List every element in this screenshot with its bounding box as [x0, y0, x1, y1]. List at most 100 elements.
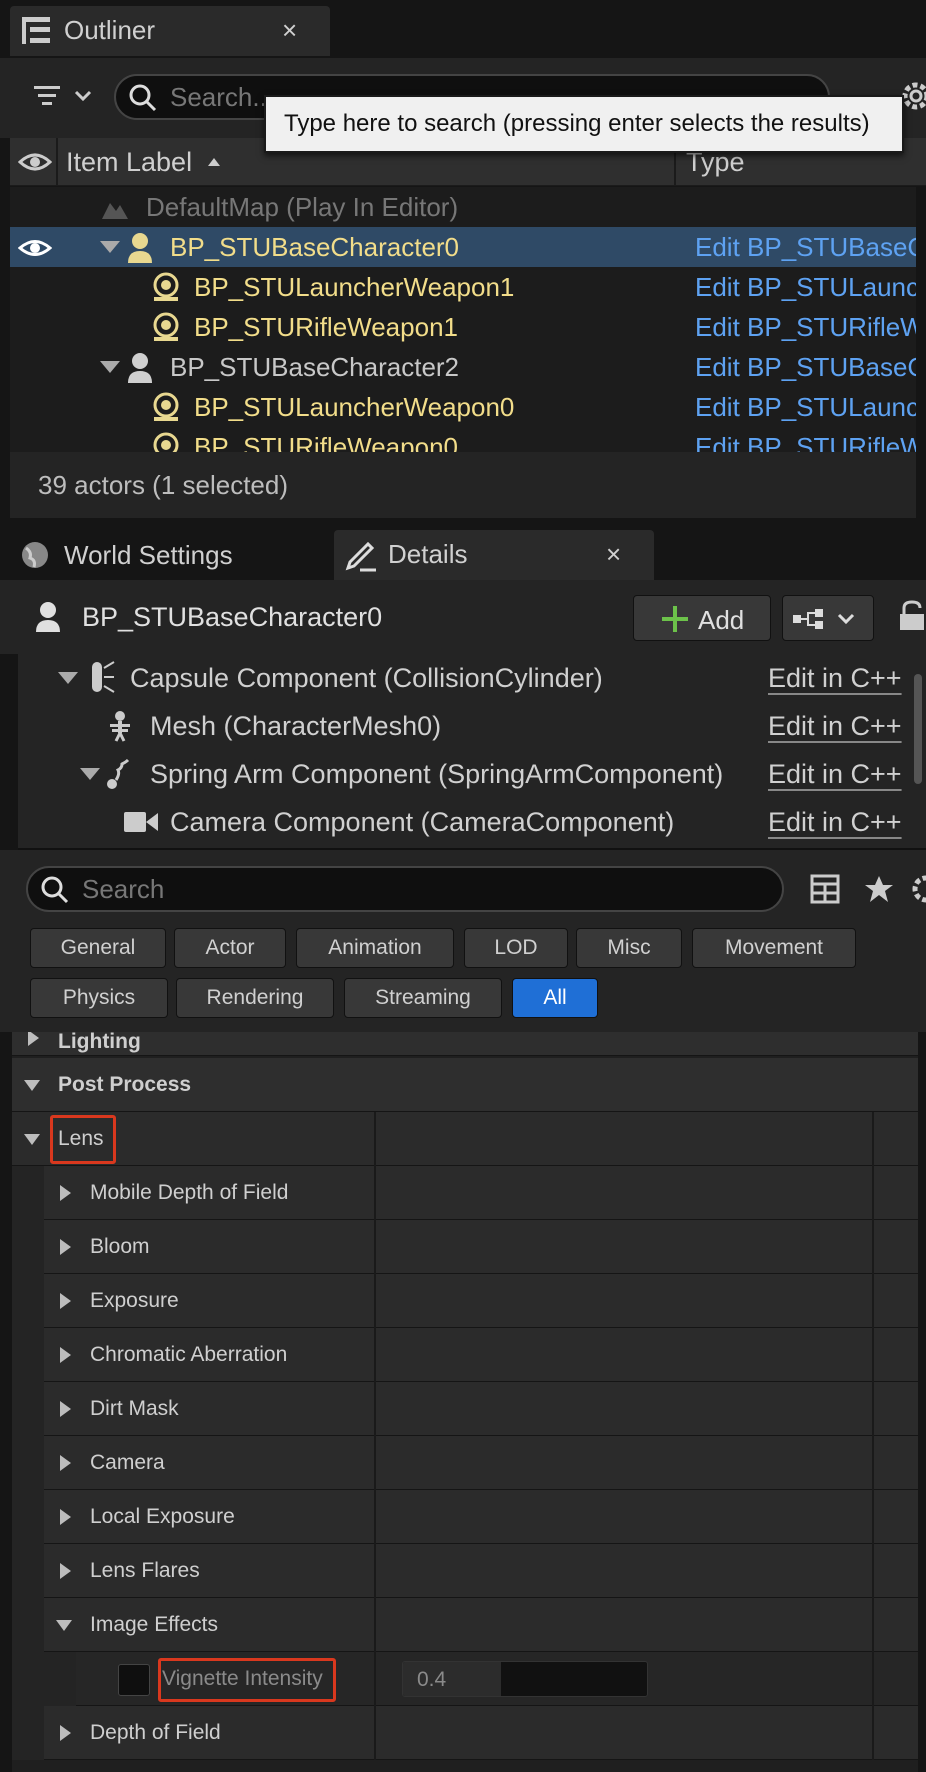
- collapse-arrow-icon[interactable]: [60, 1563, 71, 1579]
- group-chromatic-aberration[interactable]: Chromatic Aberration: [12, 1328, 918, 1382]
- add-component-button[interactable]: Add: [633, 595, 771, 641]
- outliner-row-bp-stulauncherweapon1[interactable]: BP_STULauncherWeapon1 Edit BP_STULaunc: [10, 267, 916, 307]
- row-type-link[interactable]: Edit BP_STURifleW: [695, 312, 916, 343]
- expand-arrow-icon[interactable]: [56, 1620, 72, 1631]
- lock-icon[interactable]: [898, 600, 926, 637]
- edit-in-cpp-link[interactable]: Edit in C++: [768, 807, 902, 838]
- outliner-row-bp-stulauncherweapon0[interactable]: BP_STULauncherWeapon0 Edit BP_STULaunc: [10, 387, 916, 427]
- group-lens-flares[interactable]: Lens Flares: [12, 1544, 918, 1598]
- filter-animation[interactable]: Animation: [296, 928, 454, 968]
- table-view-icon[interactable]: [810, 874, 840, 909]
- category-post-process[interactable]: Post Process: [12, 1058, 918, 1112]
- column-divider[interactable]: [374, 1328, 376, 1382]
- close-icon[interactable]: ×: [606, 539, 621, 570]
- column-divider[interactable]: [374, 1544, 376, 1598]
- component-row-camera[interactable]: Camera Component (CameraComponent) Edit …: [18, 798, 908, 846]
- outliner-row-bp-stubasecharacter2[interactable]: BP_STUBaseCharacter2 Edit BP_STUBaseC: [10, 347, 916, 387]
- collapse-arrow-icon[interactable]: [60, 1239, 71, 1255]
- group-local-exposure[interactable]: Local Exposure: [12, 1490, 918, 1544]
- group-exposure[interactable]: Exposure: [12, 1274, 918, 1328]
- collapse-arrow-icon[interactable]: [60, 1509, 71, 1525]
- expand-arrow-icon[interactable]: [100, 361, 120, 380]
- outliner-row-bp-sturifleweapon1[interactable]: BP_STURifleWeapon1 Edit BP_STURifleW: [10, 307, 916, 347]
- filter-movement[interactable]: Movement: [692, 928, 856, 968]
- expand-arrow-icon[interactable]: [100, 241, 120, 260]
- column-divider[interactable]: [872, 1706, 874, 1760]
- tab-outliner[interactable]: Outliner ×: [10, 6, 330, 56]
- category-lighting[interactable]: Lighting: [12, 1032, 918, 1056]
- group-mobile-depth-of-field[interactable]: Mobile Depth of Field: [12, 1166, 918, 1220]
- tab-world-settings[interactable]: World Settings: [10, 530, 330, 580]
- expand-arrow-icon[interactable]: [80, 768, 100, 787]
- component-tree-scrollbar[interactable]: [914, 674, 922, 784]
- row-type-link[interactable]: Edit BP_STULaunc: [695, 392, 916, 423]
- group-camera[interactable]: Camera: [12, 1436, 918, 1490]
- column-divider[interactable]: [374, 1382, 376, 1436]
- filter-general[interactable]: General: [30, 928, 166, 968]
- group-bloom[interactable]: Bloom: [12, 1220, 918, 1274]
- column-divider[interactable]: [872, 1166, 874, 1220]
- column-divider[interactable]: [374, 1598, 376, 1652]
- column-divider[interactable]: [374, 1436, 376, 1490]
- group-image-effects[interactable]: Image Effects: [12, 1598, 918, 1652]
- reset-checkbox[interactable]: [118, 1664, 150, 1696]
- close-icon[interactable]: ×: [282, 15, 297, 46]
- tab-details[interactable]: Details ×: [334, 530, 654, 580]
- column-divider[interactable]: [872, 1598, 874, 1652]
- row-type-link[interactable]: Edit BP_STUBaseC: [695, 232, 916, 263]
- column-divider[interactable]: [872, 1490, 874, 1544]
- row-type-link[interactable]: Edit BP_STULaunc: [695, 272, 916, 303]
- collapse-arrow-icon[interactable]: [60, 1725, 71, 1741]
- gear-icon[interactable]: [910, 874, 926, 909]
- collapse-arrow-icon[interactable]: [60, 1455, 71, 1471]
- component-row-mesh[interactable]: Mesh (CharacterMesh0) Edit in C++: [18, 702, 908, 750]
- star-icon[interactable]: [864, 874, 894, 909]
- filter-actor[interactable]: Actor: [174, 928, 286, 968]
- edit-in-cpp-link[interactable]: Edit in C++: [768, 663, 902, 694]
- filter-icon[interactable]: [32, 80, 96, 117]
- row-type-link[interactable]: Edit BP_STURifleW: [695, 432, 916, 452]
- column-divider[interactable]: [872, 1220, 874, 1274]
- column-divider[interactable]: [374, 1166, 376, 1220]
- edit-in-cpp-link[interactable]: Edit in C++: [768, 711, 902, 742]
- filter-rendering[interactable]: Rendering: [176, 978, 334, 1018]
- column-divider[interactable]: [374, 1490, 376, 1544]
- eye-icon[interactable]: [17, 235, 53, 266]
- column-divider[interactable]: [374, 1274, 376, 1328]
- column-divider[interactable]: [872, 1328, 874, 1382]
- filter-lod[interactable]: LOD: [464, 928, 568, 968]
- group-dirt-mask[interactable]: Dirt Mask: [12, 1382, 918, 1436]
- column-item-label[interactable]: Item Label: [66, 147, 192, 178]
- component-row-spring-arm[interactable]: Spring Arm Component (SpringArmComponent…: [18, 750, 908, 798]
- sort-ascending-icon[interactable]: [206, 148, 222, 181]
- eye-icon[interactable]: [17, 148, 53, 181]
- edit-in-cpp-link[interactable]: Edit in C++: [768, 759, 902, 790]
- column-divider[interactable]: [872, 1436, 874, 1490]
- outliner-row-bp-sturifleweapon0[interactable]: BP_STURifleWeapon0 Edit BP_STURifleW: [10, 427, 916, 452]
- filter-all[interactable]: All: [512, 978, 598, 1018]
- outliner-row-bp-stubasecharacter0[interactable]: BP_STUBaseCharacter0 Edit BP_STUBaseC: [10, 227, 916, 267]
- outliner-row-defaultmap[interactable]: DefaultMap (Play In Editor): [10, 187, 916, 227]
- column-divider[interactable]: [374, 1706, 376, 1760]
- column-divider[interactable]: [872, 1382, 874, 1436]
- blueprint-options-button[interactable]: [782, 595, 874, 641]
- vignette-intensity-slider[interactable]: 0.4: [402, 1661, 648, 1697]
- component-row-capsule[interactable]: Capsule Component (CollisionCylinder) Ed…: [18, 654, 908, 702]
- filter-streaming[interactable]: Streaming: [344, 978, 502, 1018]
- column-divider[interactable]: [374, 1652, 376, 1706]
- row-type-link[interactable]: Edit BP_STUBaseC: [695, 352, 916, 383]
- filter-misc[interactable]: Misc: [576, 928, 682, 968]
- collapse-arrow-icon[interactable]: [60, 1347, 71, 1363]
- collapse-arrow-icon[interactable]: [60, 1185, 71, 1201]
- column-divider[interactable]: [872, 1274, 874, 1328]
- collapse-arrow-icon[interactable]: [60, 1401, 71, 1417]
- column-divider[interactable]: [872, 1652, 874, 1706]
- group-depth-of-field[interactable]: Depth of Field: [12, 1706, 918, 1760]
- property-search-input[interactable]: Search: [26, 866, 784, 912]
- expand-arrow-icon[interactable]: [58, 672, 78, 691]
- group-lens[interactable]: Lens: [12, 1112, 918, 1166]
- collapse-arrow-icon[interactable]: [60, 1293, 71, 1309]
- column-divider[interactable]: [374, 1220, 376, 1274]
- filter-physics[interactable]: Physics: [30, 978, 168, 1018]
- column-divider[interactable]: [872, 1544, 874, 1598]
